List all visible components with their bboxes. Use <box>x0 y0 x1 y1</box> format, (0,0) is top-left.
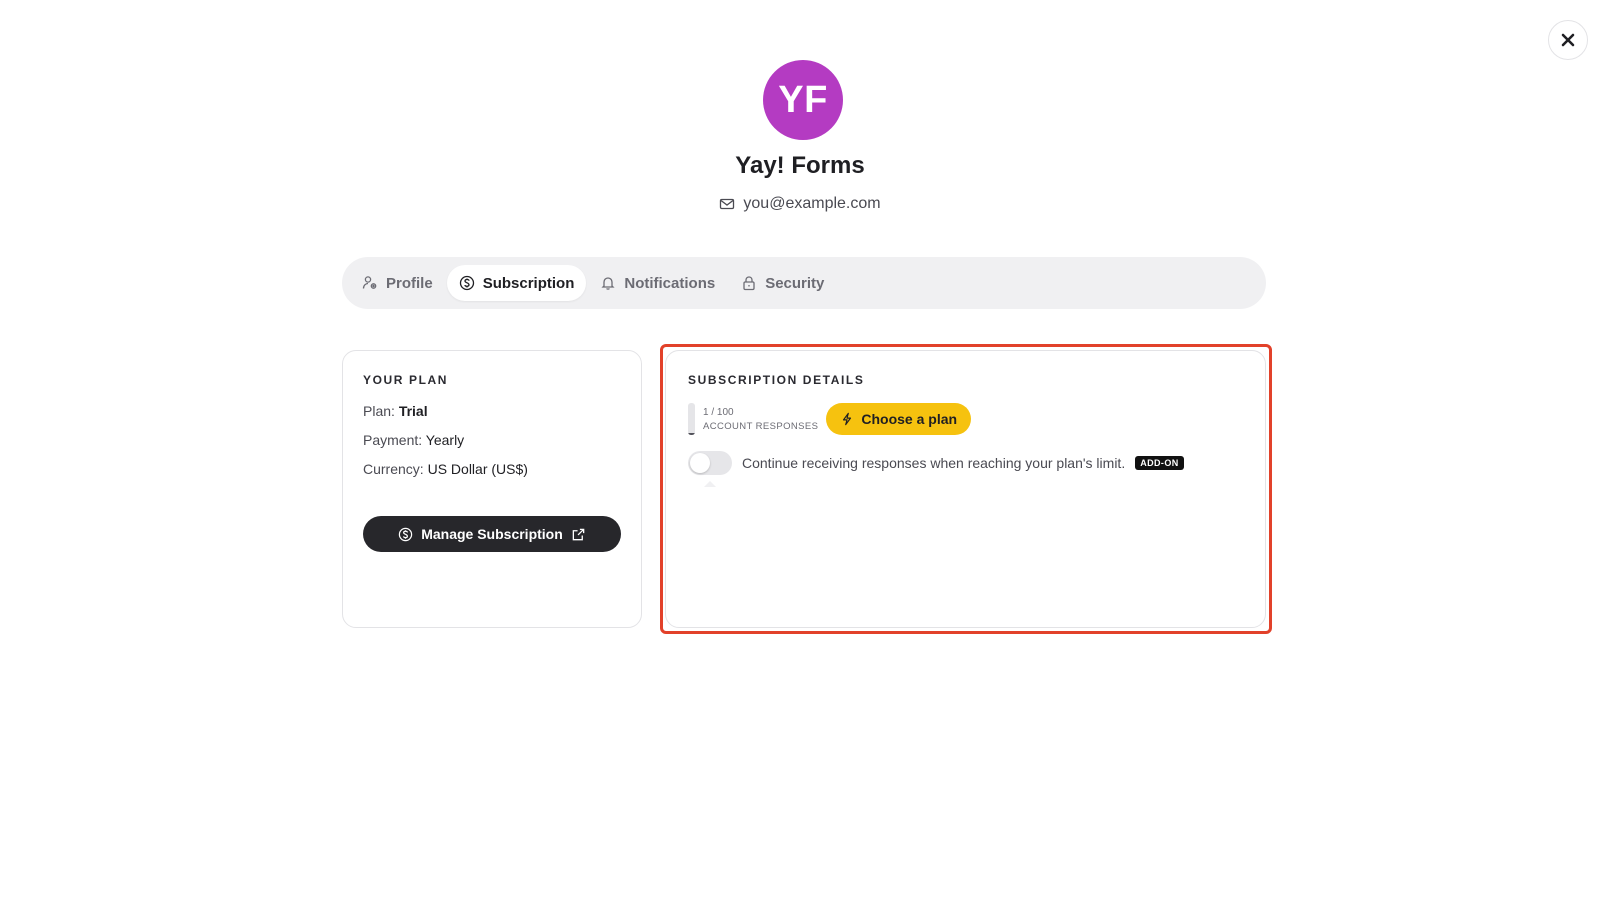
tooltip-caret <box>704 481 716 487</box>
subscription-details-card: SUBSCRIPTION DETAILS 1 / 100 ACCOUNT RES… <box>665 350 1266 628</box>
plan-label: Plan: <box>363 403 395 419</box>
usage-text: 1 / 100 ACCOUNT RESPONSES <box>703 407 818 432</box>
your-plan-card: YOUR PLAN Plan: Trial Payment: Yearly Cu… <box>342 350 642 628</box>
tab-label: Security <box>765 274 825 292</box>
usage-label: ACCOUNT RESPONSES <box>703 420 819 432</box>
email-text: you@example.com <box>743 195 881 212</box>
tab-subscription[interactable]: Subscription <box>446 265 587 301</box>
lightning-icon <box>843 412 852 426</box>
section-title: YOUR PLAN <box>363 373 449 387</box>
manage-subscription-button[interactable]: Manage Subscription <box>363 516 621 552</box>
lock-icon <box>743 276 755 291</box>
plan-row: Plan: Trial <box>363 403 621 419</box>
manage-subscription-label: Manage Subscription <box>421 526 563 542</box>
tab-label: Profile <box>386 274 433 292</box>
settings-tabs: Profile Subscription Notifications Secur… <box>342 257 1266 309</box>
usage-progress-fill <box>688 433 695 435</box>
payment-row: Payment: Yearly <box>363 432 621 448</box>
usage-row: 1 / 100 ACCOUNT RESPONSES Choose a plan <box>688 403 1243 435</box>
section-title: SUBSCRIPTION DETAILS <box>688 373 865 387</box>
currency-value: US Dollar (US$) <box>427 461 528 477</box>
payment-value: Yearly <box>425 432 465 448</box>
close-button[interactable] <box>1548 20 1588 60</box>
usage-progress-bar <box>688 403 695 435</box>
display-name: Yay! Forms <box>735 152 865 179</box>
toggle-knob <box>690 453 710 473</box>
currency-row: Currency: US Dollar (US$) <box>363 461 621 477</box>
settings-page: YF Yay! Forms you@example.com Profile Su… <box>0 0 1600 900</box>
tab-notifications[interactable]: Notifications <box>588 265 727 301</box>
external-link-icon <box>572 528 585 540</box>
dollar-circle-icon <box>459 275 474 291</box>
overage-toggle-row: Continue receiving responses when reachi… <box>688 451 1243 487</box>
mail-icon <box>720 198 735 210</box>
email-row: you@example.com <box>0 195 1600 213</box>
tab-label: Notifications <box>624 274 716 292</box>
overage-toggle[interactable] <box>688 451 732 475</box>
bell-icon <box>601 277 615 290</box>
choose-plan-label: Choose a plan <box>861 411 958 427</box>
overage-toggle-label: Continue receiving responses when reachi… <box>742 455 1126 471</box>
choose-plan-button[interactable]: Choose a plan <box>826 403 972 435</box>
close-icon <box>1561 33 1575 47</box>
payment-label: Payment: <box>363 432 423 448</box>
user-settings-icon <box>362 276 377 289</box>
usage-count: 1 / 100 <box>703 406 734 418</box>
addon-badge: ADD-ON <box>1135 456 1184 470</box>
currency-label: Currency: <box>363 461 424 477</box>
dollar-circle-icon <box>399 527 413 541</box>
tab-profile[interactable]: Profile <box>350 265 445 301</box>
plan-value: Trial <box>398 403 428 419</box>
tab-security[interactable]: Security <box>729 265 836 301</box>
tab-label: Subscription <box>482 274 575 292</box>
avatar: YF <box>763 60 843 140</box>
